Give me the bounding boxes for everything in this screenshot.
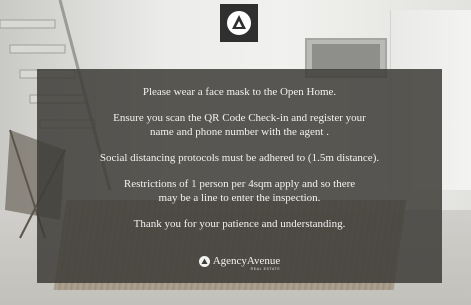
notice-line: Thank you for your patience and understa… <box>133 218 346 230</box>
brand-tagline: REAL ESTATE <box>250 267 281 271</box>
notice-paragraph-qr-checkin: Ensure you scan the QR Code Check-in and… <box>37 111 442 139</box>
notice-paragraph-social-distancing: Social distancing protocols must be adhe… <box>37 151 442 165</box>
notice-line: may be a line to enter the inspection. <box>158 192 321 204</box>
notice-paragraph-mask: Please wear a face mask to the Open Home… <box>37 85 442 99</box>
notice-line: Restrictions of 1 person per 4sqm apply … <box>123 178 356 190</box>
notice-panel: Please wear a face mask to the Open Home… <box>37 69 442 283</box>
logo-tile <box>220 4 258 42</box>
agency-triangle-logo-icon <box>227 11 251 35</box>
notice-paragraph-thank-you: Thank you for your patience and understa… <box>37 217 442 231</box>
agency-triangle-logo-icon <box>198 256 210 267</box>
notice-line: Social distancing protocols must be adhe… <box>99 152 380 164</box>
background-oven-door <box>312 44 380 70</box>
notice-line: name and phone number with the agent . <box>149 126 329 138</box>
brand-wordmark: AgencyAvenue REAL ESTATE <box>213 255 281 272</box>
open-home-notice-image: Please wear a face mask to the Open Home… <box>0 0 471 305</box>
brand-name: AgencyAvenue <box>212 255 281 267</box>
notice-line: Please wear a face mask to the Open Home… <box>142 86 337 98</box>
notice-line: Ensure you scan the QR Code Check-in and… <box>113 112 366 124</box>
notice-paragraph-restrictions: Restrictions of 1 person per 4sqm apply … <box>37 177 442 205</box>
brand-logo: AgencyAvenue REAL ESTATE <box>37 255 442 272</box>
